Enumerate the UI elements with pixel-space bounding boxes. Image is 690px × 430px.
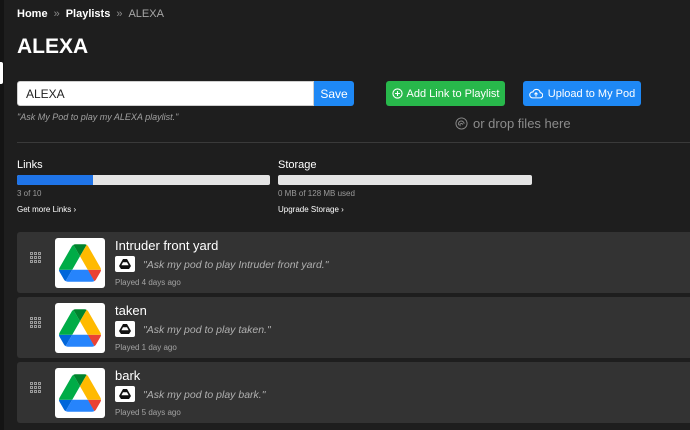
drag-handle-icon[interactable] (30, 382, 41, 393)
plus-circle-icon (391, 88, 403, 99)
links-progress-fill (17, 175, 93, 185)
google-drive-icon (55, 238, 105, 288)
item-phrase: "Ask my pod to play Intruder front yard.… (143, 259, 329, 271)
links-usage: 3 of 10 (17, 189, 42, 198)
storage-usage: 0 MB of 128 MB used (278, 189, 355, 198)
add-link-label: Add Link to Playlist (406, 87, 500, 100)
item-title[interactable]: bark (115, 368, 140, 383)
upload-button[interactable]: Upload to My Pod (523, 81, 641, 106)
invocation-hint: "Ask My Pod to play my ALEXA playlist." (17, 112, 179, 122)
drive-source-icon (115, 386, 135, 402)
breadcrumb-separator: » (53, 8, 60, 20)
playlist-name-input[interactable] (17, 81, 314, 106)
breadcrumb-playlists-link[interactable]: Playlists (66, 8, 111, 20)
item-title[interactable]: Intruder front yard (115, 238, 218, 253)
google-drive-icon (55, 368, 105, 418)
get-more-links-link[interactable]: Get more Links › (17, 205, 76, 214)
item-played: Played 5 days ago (115, 408, 181, 417)
upgrade-storage-link[interactable]: Upgrade Storage › (278, 205, 344, 214)
upload-label: Upload to My Pod (547, 87, 636, 100)
fingerprint-icon (455, 117, 468, 130)
item-phrase: "Ask my pod to play taken." (143, 324, 271, 336)
playlist-item[interactable]: taken "Ask my pod to play taken." Played… (17, 297, 690, 358)
save-button[interactable]: Save (314, 81, 354, 106)
playlist-item[interactable]: Intruder front yard "Ask my pod to play … (17, 232, 690, 293)
add-link-button[interactable]: Add Link to Playlist (386, 81, 505, 106)
cloud-upload-icon (529, 88, 543, 99)
drop-label: or drop files here (473, 116, 571, 131)
storage-label: Storage (278, 159, 317, 171)
drop-zone[interactable]: or drop files here (455, 116, 571, 131)
drag-handle-icon[interactable] (30, 252, 41, 263)
breadcrumb-separator: » (116, 8, 123, 20)
drag-handle-icon[interactable] (30, 317, 41, 328)
item-played: Played 1 day ago (115, 343, 177, 352)
drive-source-icon (115, 321, 135, 337)
storage-progress-bar (278, 175, 532, 185)
links-label: Links (17, 159, 43, 171)
breadcrumb-current: ALEXA (128, 8, 164, 20)
side-panel-handle[interactable] (0, 62, 3, 84)
links-progress-bar (17, 175, 270, 185)
divider (17, 142, 690, 143)
playlist-item[interactable]: bark "Ask my pod to play bark." Played 5… (17, 362, 690, 423)
drive-source-icon (115, 256, 135, 272)
google-drive-icon (55, 303, 105, 353)
item-played: Played 4 days ago (115, 278, 181, 287)
breadcrumb: Home » Playlists » ALEXA (17, 8, 164, 20)
item-title[interactable]: taken (115, 303, 147, 318)
item-phrase: "Ask my pod to play bark." (143, 389, 266, 401)
breadcrumb-home-link[interactable]: Home (17, 8, 48, 20)
page-title: ALEXA (17, 35, 89, 58)
